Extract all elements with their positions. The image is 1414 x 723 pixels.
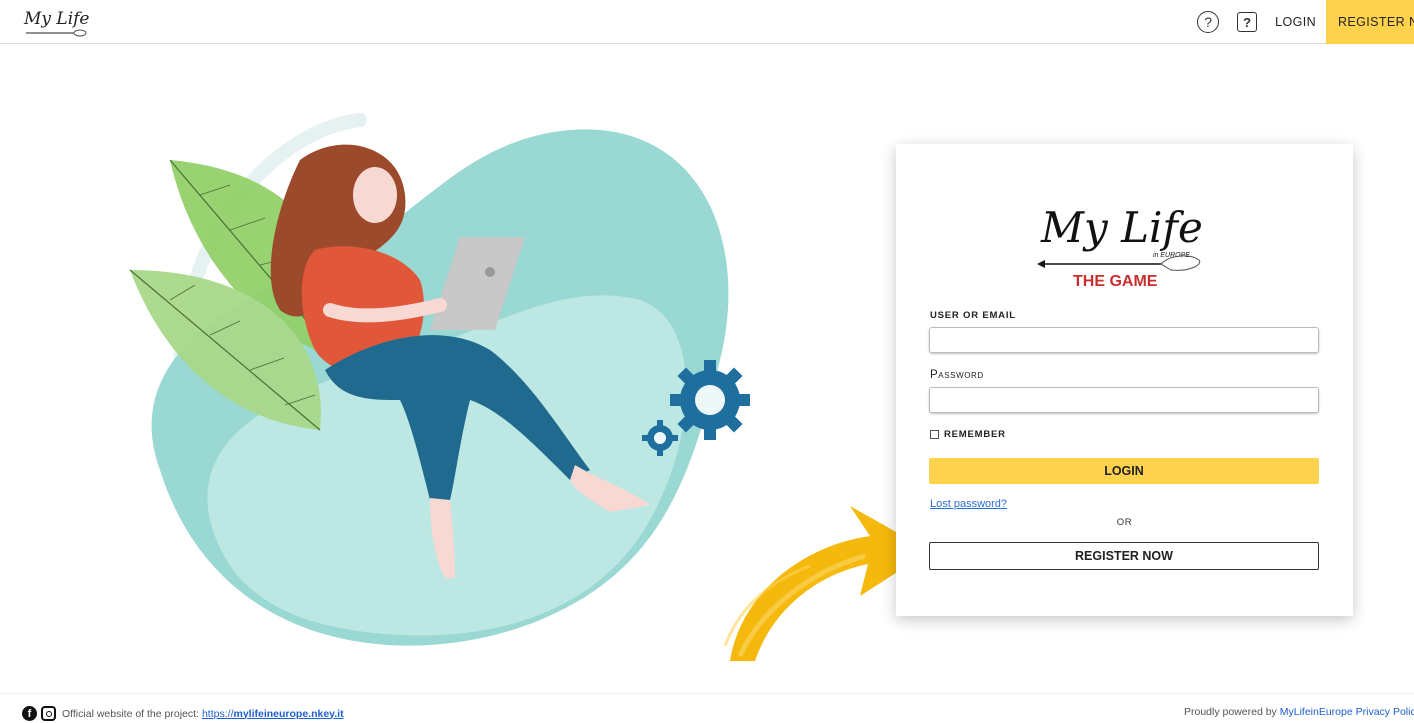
help-circle-icon[interactable]: ? — [1197, 11, 1220, 33]
footer: f Official website of the project: https… — [0, 693, 1414, 723]
remember-checkbox[interactable] — [930, 430, 939, 439]
svg-text:My Life: My Life — [23, 9, 90, 29]
svg-text:THE GAME: THE GAME — [1073, 273, 1158, 290]
hero-illustration — [129, 113, 750, 646]
nav-login-link[interactable]: LOGIN — [1275, 15, 1316, 29]
user-email-label: USER OR EMAIL — [930, 310, 1016, 321]
official-site-text: Official website of the project: — [62, 707, 199, 720]
register-now-button[interactable]: REGISTER NOW — [929, 542, 1319, 570]
password-input[interactable] — [929, 387, 1319, 413]
nav-right: ? ? LOGIN REGISTER NOW — [1197, 0, 1414, 44]
login-button[interactable]: LOGIN — [929, 458, 1319, 484]
nav-register-button[interactable]: REGISTER NOW — [1326, 0, 1414, 44]
or-separator: OR — [1116, 517, 1133, 528]
footer-right: Proudly powered by MyLifeinEurope Privac… — [1184, 706, 1414, 718]
facebook-icon[interactable]: f — [22, 706, 37, 721]
powered-by-link[interactable]: MyLifeinEurope — [1280, 706, 1353, 718]
svg-text:My Life: My Life — [1040, 203, 1203, 252]
lost-password-link[interactable]: Lost password? — [930, 498, 1007, 510]
footer-left: f Official website of the project: https… — [22, 706, 344, 721]
password-label: Password — [930, 369, 984, 381]
remember-label[interactable]: REMEMBER — [944, 429, 1006, 440]
remember-row: REMEMBER — [930, 429, 1006, 440]
privacy-policy-link[interactable]: Privacy Policy — [1356, 706, 1414, 718]
gear-icon — [670, 360, 750, 440]
top-navbar: My Life ? ? LOGIN REGISTER NOW — [0, 0, 1414, 44]
card-logo: My Life in EUROPE THE GAME — [1037, 203, 1203, 290]
powered-by-text: Proudly powered by — [1184, 706, 1277, 718]
brand-logo[interactable]: My Life — [22, 4, 92, 40]
official-site-link[interactable]: https://mylifeineurope.nkey.it — [202, 708, 344, 720]
login-card: My Life in EUROPE THE GAME USER OR EMAIL… — [896, 144, 1353, 616]
user-email-input[interactable] — [929, 327, 1319, 353]
faq-square-icon[interactable]: ? — [1237, 12, 1258, 32]
instagram-icon[interactable] — [41, 706, 56, 721]
